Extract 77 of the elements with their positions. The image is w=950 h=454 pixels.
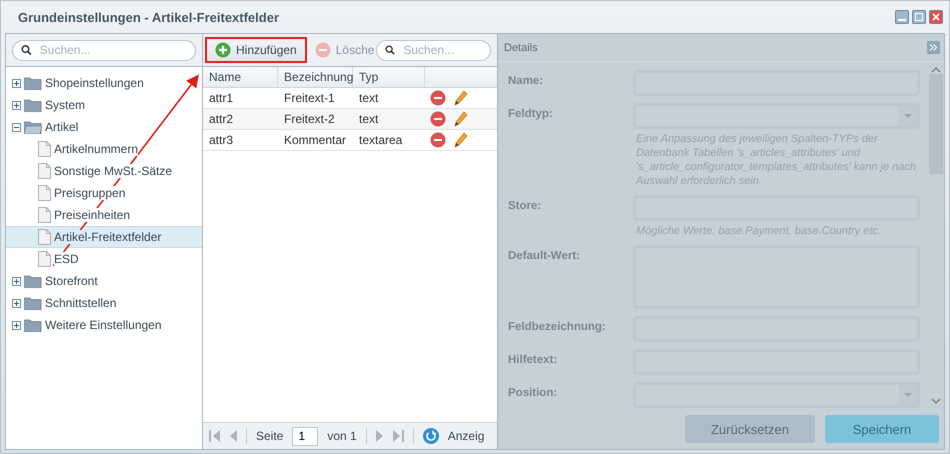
add-button[interactable]: Hinzufügen bbox=[205, 37, 307, 63]
document-icon bbox=[38, 207, 51, 223]
expand-icon[interactable] bbox=[12, 276, 21, 286]
table-cell-text: attr2 bbox=[208, 112, 234, 126]
tree-item[interactable]: Preisgruppen bbox=[6, 182, 202, 204]
column-header[interactable]: Typ bbox=[353, 67, 425, 87]
previous-page-icon[interactable] bbox=[229, 430, 237, 442]
document-icon bbox=[38, 229, 51, 245]
close-icon[interactable] bbox=[929, 10, 943, 24]
delete-icon[interactable] bbox=[430, 111, 446, 127]
refresh-icon[interactable] bbox=[422, 428, 439, 444]
delete-icon[interactable] bbox=[430, 132, 446, 148]
column-header[interactable]: Bezeichnung bbox=[278, 67, 353, 87]
open-folder-icon bbox=[24, 120, 42, 134]
plus-icon bbox=[215, 42, 231, 58]
collapse-icon[interactable] bbox=[12, 122, 21, 132]
pencil-icon[interactable] bbox=[454, 111, 468, 127]
search-field[interactable]: Suchen... bbox=[376, 40, 491, 60]
document-icon bbox=[38, 185, 51, 201]
tree-item[interactable]: Storefront bbox=[6, 270, 202, 292]
field-label: Default-Wert: bbox=[508, 249, 581, 264]
folder-icon bbox=[24, 274, 42, 288]
page-input[interactable]: 1 bbox=[292, 426, 318, 446]
table-cell-text: attr3 bbox=[208, 133, 234, 147]
pencil-icon[interactable] bbox=[454, 90, 468, 106]
folder-icon bbox=[24, 318, 42, 332]
table-cell-text: Kommentar bbox=[283, 133, 348, 147]
document-icon bbox=[38, 141, 51, 157]
tree-item[interactable]: ESD bbox=[6, 248, 202, 270]
delete-icon[interactable] bbox=[430, 90, 446, 106]
maximize-icon[interactable] bbox=[912, 10, 926, 24]
field-label: Name: bbox=[508, 74, 544, 89]
folder-icon bbox=[24, 76, 42, 90]
expand-icon[interactable] bbox=[12, 78, 21, 88]
table-cell-text: text bbox=[358, 112, 380, 126]
pencil-icon[interactable] bbox=[454, 132, 468, 148]
panel-title: Details bbox=[504, 42, 538, 54]
expand-icon[interactable] bbox=[12, 298, 21, 308]
minus-icon bbox=[314, 42, 331, 58]
expand-icon[interactable] bbox=[12, 100, 21, 110]
folder-icon bbox=[24, 296, 42, 310]
window-title: Grundeinstellungen - Artikel-Freitextfelder bbox=[18, 10, 280, 24]
search-field[interactable]: Suchen... bbox=[12, 40, 196, 60]
display-info: Anzeig bbox=[448, 429, 484, 443]
next-page-icon[interactable] bbox=[376, 430, 384, 442]
field-label: Feldbezeichnung: bbox=[508, 320, 607, 335]
column-header[interactable]: Name bbox=[203, 67, 278, 87]
document-icon bbox=[38, 251, 51, 267]
search-input[interactable]: Suchen... bbox=[401, 42, 482, 58]
field-label: Hilfetext: bbox=[508, 353, 558, 368]
field-label: Store: bbox=[508, 199, 542, 214]
tree-item[interactable]: Preiseinheiten bbox=[6, 204, 202, 226]
tree-item[interactable]: Sonstige MwSt.-Sätze bbox=[6, 160, 202, 182]
tree-item[interactable]: Artikel-Freitextfelder bbox=[6, 226, 202, 248]
search-icon bbox=[385, 44, 396, 56]
tree-item[interactable]: Artikel bbox=[6, 116, 202, 138]
search-icon bbox=[21, 44, 32, 56]
document-icon bbox=[38, 163, 51, 179]
table-cell-text: text bbox=[358, 91, 380, 105]
field-label: Position: bbox=[508, 386, 558, 401]
expand-icon[interactable] bbox=[12, 320, 21, 330]
field-label: Feldtyp: bbox=[508, 107, 554, 122]
page-count: von 1 bbox=[327, 429, 357, 443]
tree-item[interactable]: Weitere Einstellungen bbox=[6, 314, 202, 336]
first-page-icon[interactable] bbox=[209, 430, 220, 442]
tree-item[interactable]: Artikelnummern bbox=[6, 138, 202, 160]
tree-item[interactable]: Schnittstellen bbox=[6, 292, 202, 314]
tree-item[interactable]: System bbox=[6, 94, 202, 116]
table-cell-text: textarea bbox=[358, 133, 404, 147]
table-cell-text: attr1 bbox=[208, 91, 234, 105]
page-label: Seite bbox=[256, 429, 284, 443]
tree-item[interactable]: Shopeinstellungen bbox=[6, 72, 202, 94]
folder-icon bbox=[24, 98, 42, 112]
last-page-icon[interactable] bbox=[392, 430, 404, 442]
table-cell-text: Freitext-2 bbox=[283, 112, 336, 126]
minimize-icon[interactable] bbox=[895, 10, 909, 24]
table-cell-text: Freitext-1 bbox=[283, 91, 336, 105]
